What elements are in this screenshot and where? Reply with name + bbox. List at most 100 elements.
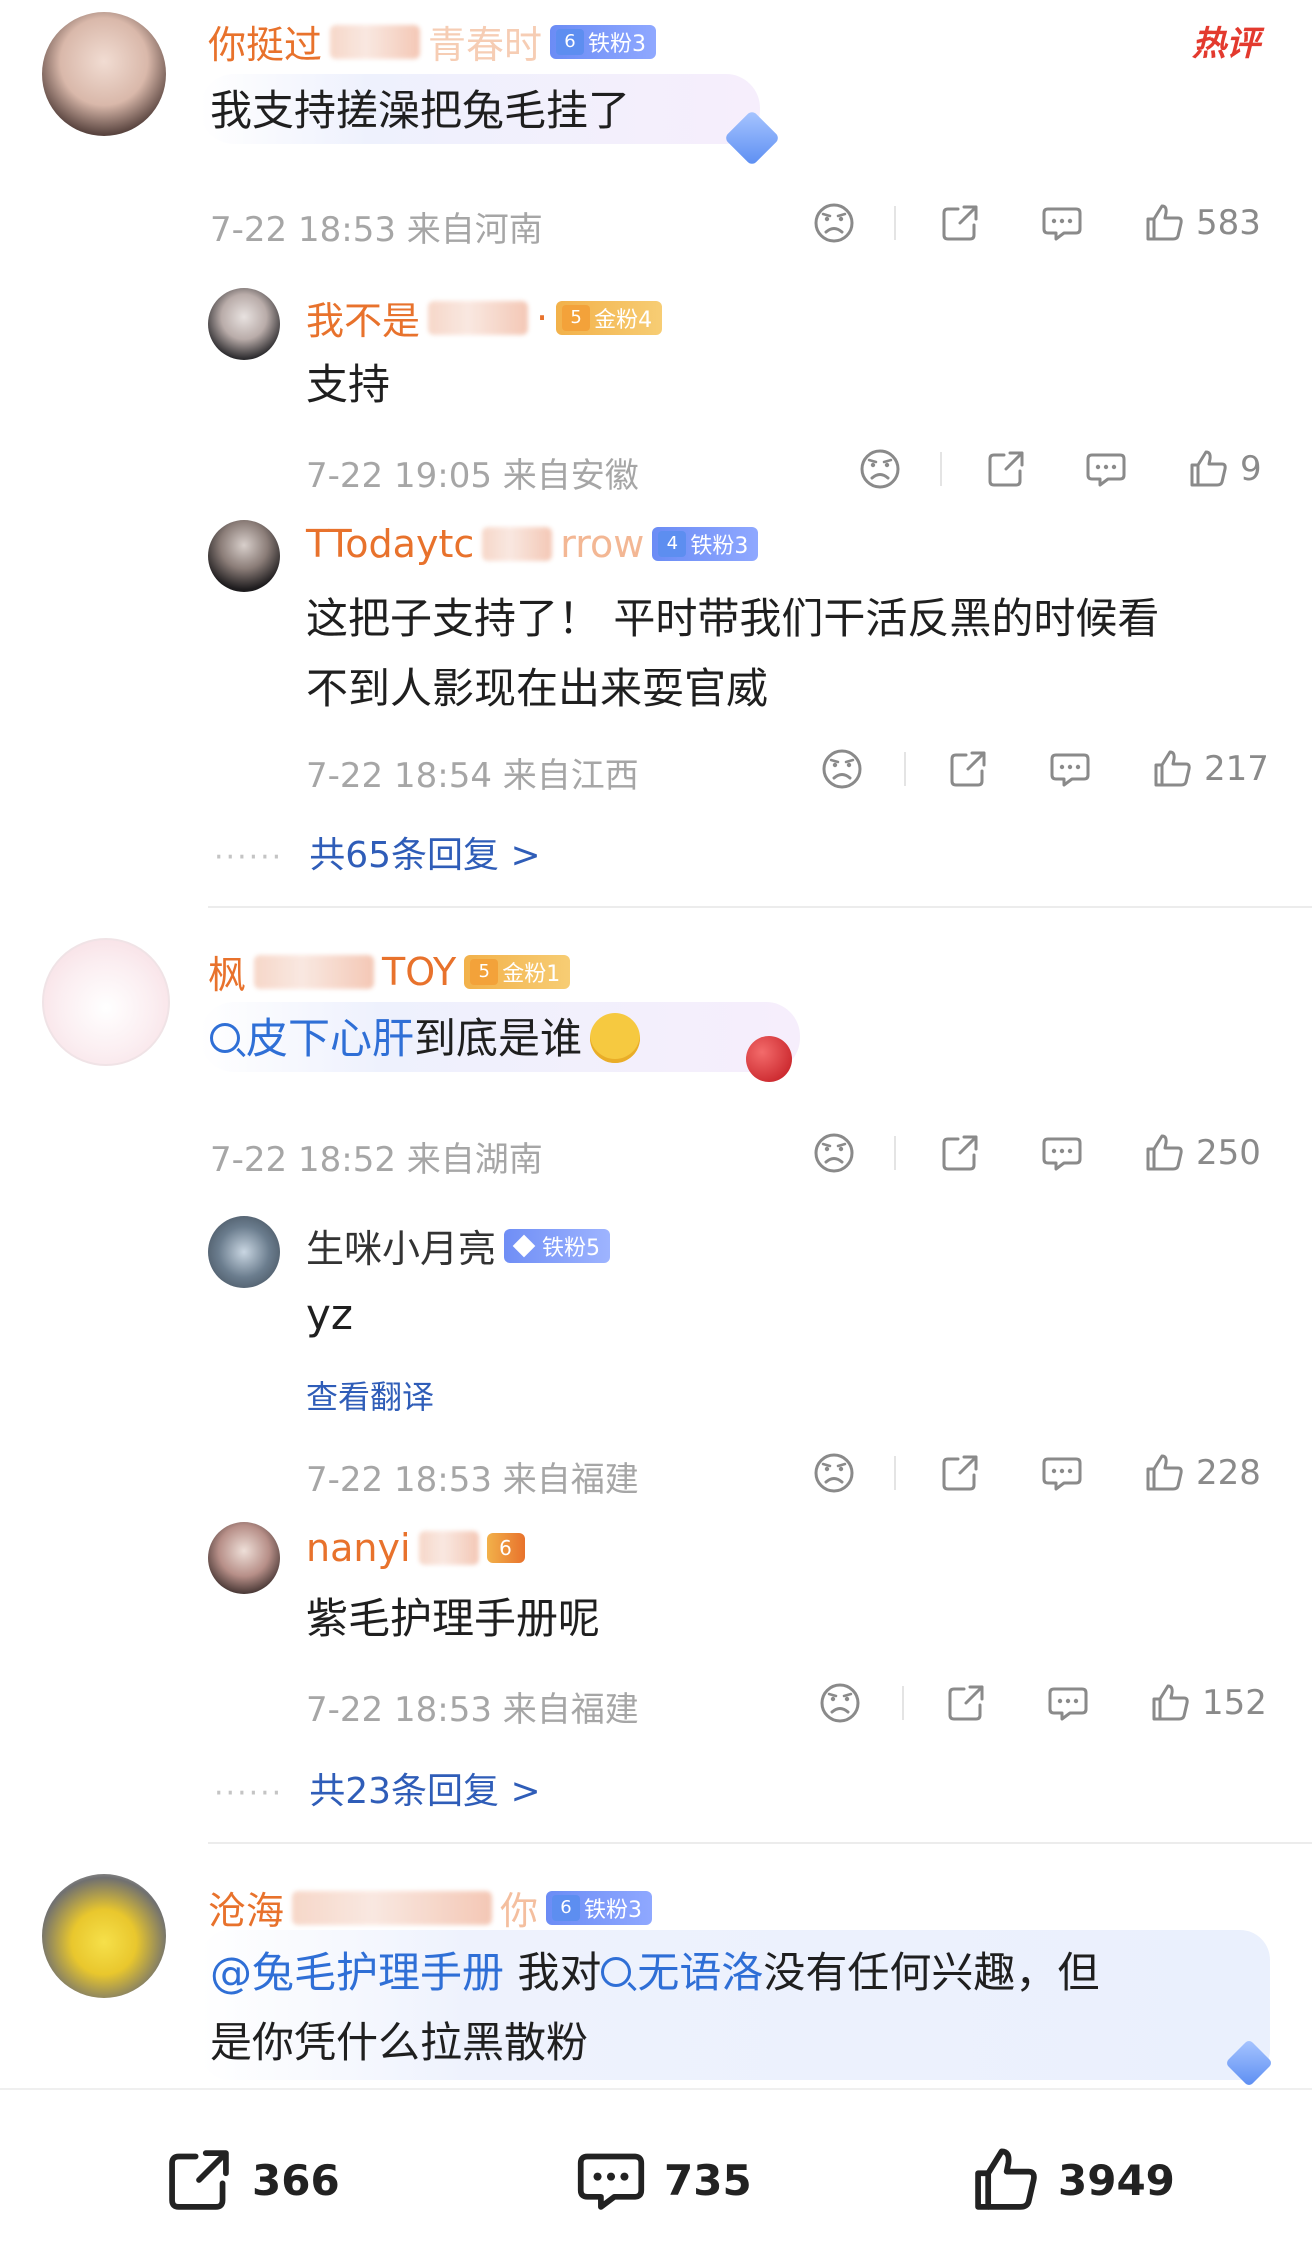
divider <box>208 906 1312 908</box>
redacted-name <box>292 1890 493 1925</box>
comment-actions: 250 <box>0 1128 1312 1178</box>
like-button[interactable]: 152 <box>1148 1678 1267 1728</box>
dislike-icon <box>820 747 864 791</box>
avatar[interactable] <box>42 12 166 136</box>
share-button[interactable] <box>984 444 1028 494</box>
like-icon <box>1142 201 1186 245</box>
topic-link[interactable]: 皮下心肝 <box>210 1014 414 1063</box>
dislike-button[interactable] <box>858 444 902 494</box>
share-icon <box>984 447 1028 491</box>
crown-icon: 6 <box>552 1894 581 1921</box>
reply-button[interactable] <box>1040 198 1084 248</box>
like-icon <box>968 2143 1042 2217</box>
share-button[interactable] <box>944 1678 988 1728</box>
reply-button[interactable] <box>1048 744 1092 794</box>
fan-badge[interactable]: 5 金粉4 <box>556 300 663 335</box>
like-button[interactable]: 217 <box>1150 744 1269 794</box>
comment-icon <box>1084 447 1128 491</box>
diamond-icon <box>512 1234 536 1257</box>
redacted-name <box>428 300 529 335</box>
comment-icon <box>1040 201 1084 245</box>
like-icon <box>1142 1451 1186 1495</box>
share-icon <box>938 1451 982 1495</box>
avatar[interactable] <box>42 1874 166 1998</box>
redacted-name <box>330 24 421 59</box>
redacted-name <box>482 527 553 561</box>
translate-link[interactable]: 查看翻译 <box>306 1372 434 1418</box>
like-button[interactable]: 3949 <box>968 2140 1175 2220</box>
reply-button[interactable] <box>1084 444 1128 494</box>
share-button[interactable] <box>938 1128 982 1178</box>
fan-badge[interactable]: 4 铁粉3 <box>652 527 759 561</box>
reply-actions: 217 <box>0 744 1312 794</box>
redacted-name <box>418 1531 479 1565</box>
bottom-action-bar: 366 735 3949 <box>0 2088 1312 2253</box>
dislike-button[interactable] <box>818 1678 862 1728</box>
divider <box>904 752 906 786</box>
reply-text: 不到人影现在出来耍官威 <box>306 664 769 713</box>
fan-badge[interactable]: 铁粉5 <box>504 1228 611 1263</box>
dislike-button[interactable] <box>812 198 856 248</box>
dislike-button[interactable] <box>812 1448 856 1498</box>
reply-button[interactable] <box>1040 1448 1084 1498</box>
reply-text: 这把子支持了！ 平时带我们干活反黑的时候看 <box>306 594 1160 643</box>
more-replies-link[interactable]: ······ 共23条回复 > <box>214 1762 541 1814</box>
comment-button[interactable]: 735 <box>574 2140 752 2220</box>
dislike-button[interactable] <box>820 744 864 794</box>
avatar[interactable] <box>42 938 170 1066</box>
like-icon <box>1148 1681 1192 1725</box>
share-icon <box>938 201 982 245</box>
reply-author[interactable]: 生咪小月亮 铁粉5 <box>306 1218 611 1273</box>
comment-author[interactable]: 枫 TOY 5 金粉1 <box>208 944 571 999</box>
avatar[interactable] <box>208 520 280 592</box>
reply-author[interactable]: nanyi 6 <box>306 1526 525 1570</box>
like-icon <box>1150 747 1194 791</box>
divider <box>902 1686 904 1720</box>
dislike-icon <box>858 447 902 491</box>
like-button[interactable]: 9 <box>1186 444 1262 494</box>
dislike-icon <box>812 201 856 245</box>
share-button[interactable] <box>938 198 982 248</box>
mention-link[interactable]: @兔毛护理手册 <box>210 1948 504 1997</box>
crown-icon: 5 <box>562 304 591 331</box>
like-button[interactable]: 250 <box>1142 1128 1261 1178</box>
divider <box>894 1456 896 1490</box>
topic-link[interactable]: 无语洛 <box>601 1948 763 1997</box>
divider <box>894 206 896 240</box>
more-replies-link[interactable]: ······ 共65条回复 > <box>214 826 541 878</box>
avatar[interactable] <box>208 1216 280 1288</box>
comment-text: 皮下心肝到底是谁 <box>210 1004 641 1074</box>
share-button[interactable] <box>946 744 990 794</box>
share-icon <box>938 1131 982 1175</box>
comment-author[interactable]: 你挺过 青春时 6 铁粉3 <box>208 14 657 69</box>
comment-actions: 583 <box>0 198 1312 248</box>
repost-button[interactable]: 366 <box>162 2140 340 2220</box>
comment-icon <box>574 2143 648 2217</box>
reply-author[interactable]: 我不是 · 5 金粉4 <box>306 290 663 345</box>
like-button[interactable]: 228 <box>1142 1448 1261 1498</box>
like-button[interactable]: 583 <box>1142 198 1261 248</box>
comment-text: @兔毛护理手册 我对 无语洛没有任何兴趣，但 <box>210 1948 1100 1997</box>
comment-author[interactable]: 沧海 你 6 铁粉3 <box>208 1880 653 1935</box>
avatar[interactable] <box>208 1522 280 1594</box>
avatar[interactable] <box>208 288 280 360</box>
share-icon <box>162 2143 236 2217</box>
dislike-button[interactable] <box>812 1128 856 1178</box>
fan-badge[interactable]: 5 金粉1 <box>464 954 571 989</box>
fan-badge[interactable]: 6 铁粉3 <box>546 1890 653 1925</box>
divider <box>208 1842 1312 1844</box>
comment-icon <box>1040 1131 1084 1175</box>
reply-button[interactable] <box>1046 1678 1090 1728</box>
like-icon <box>1186 447 1230 491</box>
divider <box>894 1136 896 1170</box>
reply-author[interactable]: TTodaytc rrow 4 铁粉3 <box>306 522 759 566</box>
dislike-icon <box>812 1451 856 1495</box>
share-button[interactable] <box>938 1448 982 1498</box>
dislike-icon <box>818 1681 862 1725</box>
reply-button[interactable] <box>1040 1128 1084 1178</box>
comment-icon <box>1040 1451 1084 1495</box>
fan-badge[interactable]: 6 铁粉3 <box>550 24 657 59</box>
redacted-name <box>254 954 375 989</box>
comment-icon <box>1046 1681 1090 1725</box>
smile-emoji-icon <box>590 1012 641 1063</box>
